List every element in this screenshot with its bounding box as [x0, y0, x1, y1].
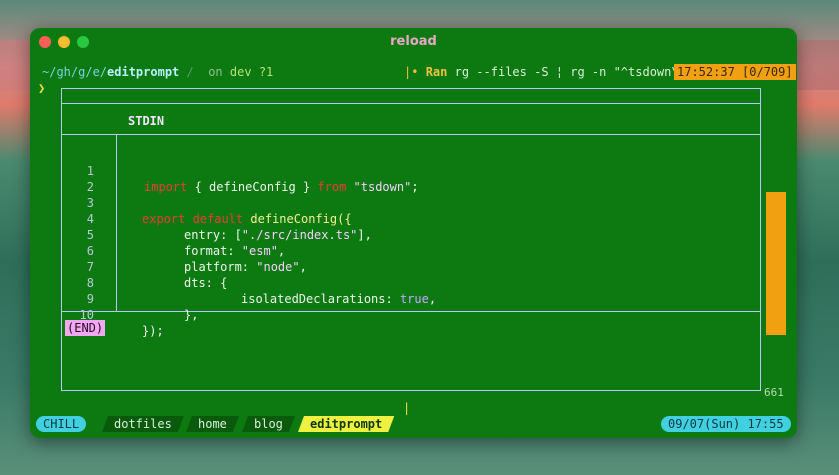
code-line: 10 }); — [62, 291, 760, 338]
status-bullet-icon: • — [411, 65, 419, 79]
status-command: rg --files -S ¦ rg -n "^tsdown\. — [454, 65, 686, 79]
tmux-window-blog[interactable]: blog — [242, 416, 295, 432]
terminal-window: reload ~/gh/g/e/editprompt / on dev ?1 |… — [30, 28, 797, 438]
pager-top-rule — [62, 103, 760, 104]
git-branch: dev — [229, 65, 252, 79]
pager-file-label: STDIN — [128, 114, 165, 128]
scrollbar-thumb[interactable] — [766, 192, 786, 335]
code-line: 2 — [62, 163, 760, 194]
shell-prompt: ~/gh/g/e/editprompt / on dev ?1 — [42, 65, 273, 79]
prompt-separator: / — [186, 65, 194, 79]
prompt-chevron-icon: ❯ — [38, 81, 46, 95]
status-clock: 17:52:37 [0/709] — [674, 64, 796, 80]
code-line: 5 format: "esm", — [62, 211, 760, 258]
pager-panel[interactable]: STDIN 1 import { defineConfig } from "ts… — [61, 88, 761, 391]
command-status: |• Ran rg --files -S ¦ rg -n "^tsdown\. — [404, 65, 686, 79]
pager-bottom-rule — [62, 311, 760, 312]
prompt-on: on — [208, 65, 223, 79]
window-title: reload — [390, 34, 437, 49]
pager-header-rule — [62, 134, 760, 135]
prompt-path-dir: editprompt — [107, 65, 180, 79]
text-cursor: | — [403, 401, 411, 415]
code-text: }, — [184, 308, 199, 322]
code-line: 1 import { defineConfig } from "tsdown"; — [62, 147, 760, 194]
code-line: 4 entry: ["./src/index.ts"], — [62, 195, 760, 242]
prompt-path-prefix: ~/gh/g/e/ — [42, 65, 108, 79]
code-line: 7 dts: { — [62, 243, 760, 290]
code-text: }); — [142, 324, 164, 338]
tmux-status-bar: CHILL dotfiles home blog editprompt 09/0… — [30, 416, 797, 434]
status-ran-label: Ran — [425, 65, 448, 79]
pager-end-marker: (END) — [65, 320, 106, 336]
title-bar[interactable]: reload — [30, 28, 797, 56]
git-status: ?1 — [258, 65, 274, 79]
code-line: 8 isolatedDeclarations: true, — [62, 259, 760, 306]
scroll-line-count: 661 — [764, 386, 784, 399]
code-block: 1 import { defineConfig } from "tsdown";… — [62, 147, 760, 338]
tmux-window-home[interactable]: home — [186, 416, 239, 432]
code-line: 9 }, — [62, 275, 760, 322]
tmux-window-editprompt[interactable]: editprompt — [298, 416, 394, 432]
code-line: 3 export default defineConfig({ — [62, 179, 760, 226]
tmux-window-dotfiles[interactable]: dotfiles — [102, 416, 184, 432]
code-line: 6 platform: "node", — [62, 227, 760, 274]
tmux-datetime: 09/07(Sun) 17:55 — [661, 416, 791, 432]
tmux-session[interactable]: CHILL — [36, 416, 87, 432]
